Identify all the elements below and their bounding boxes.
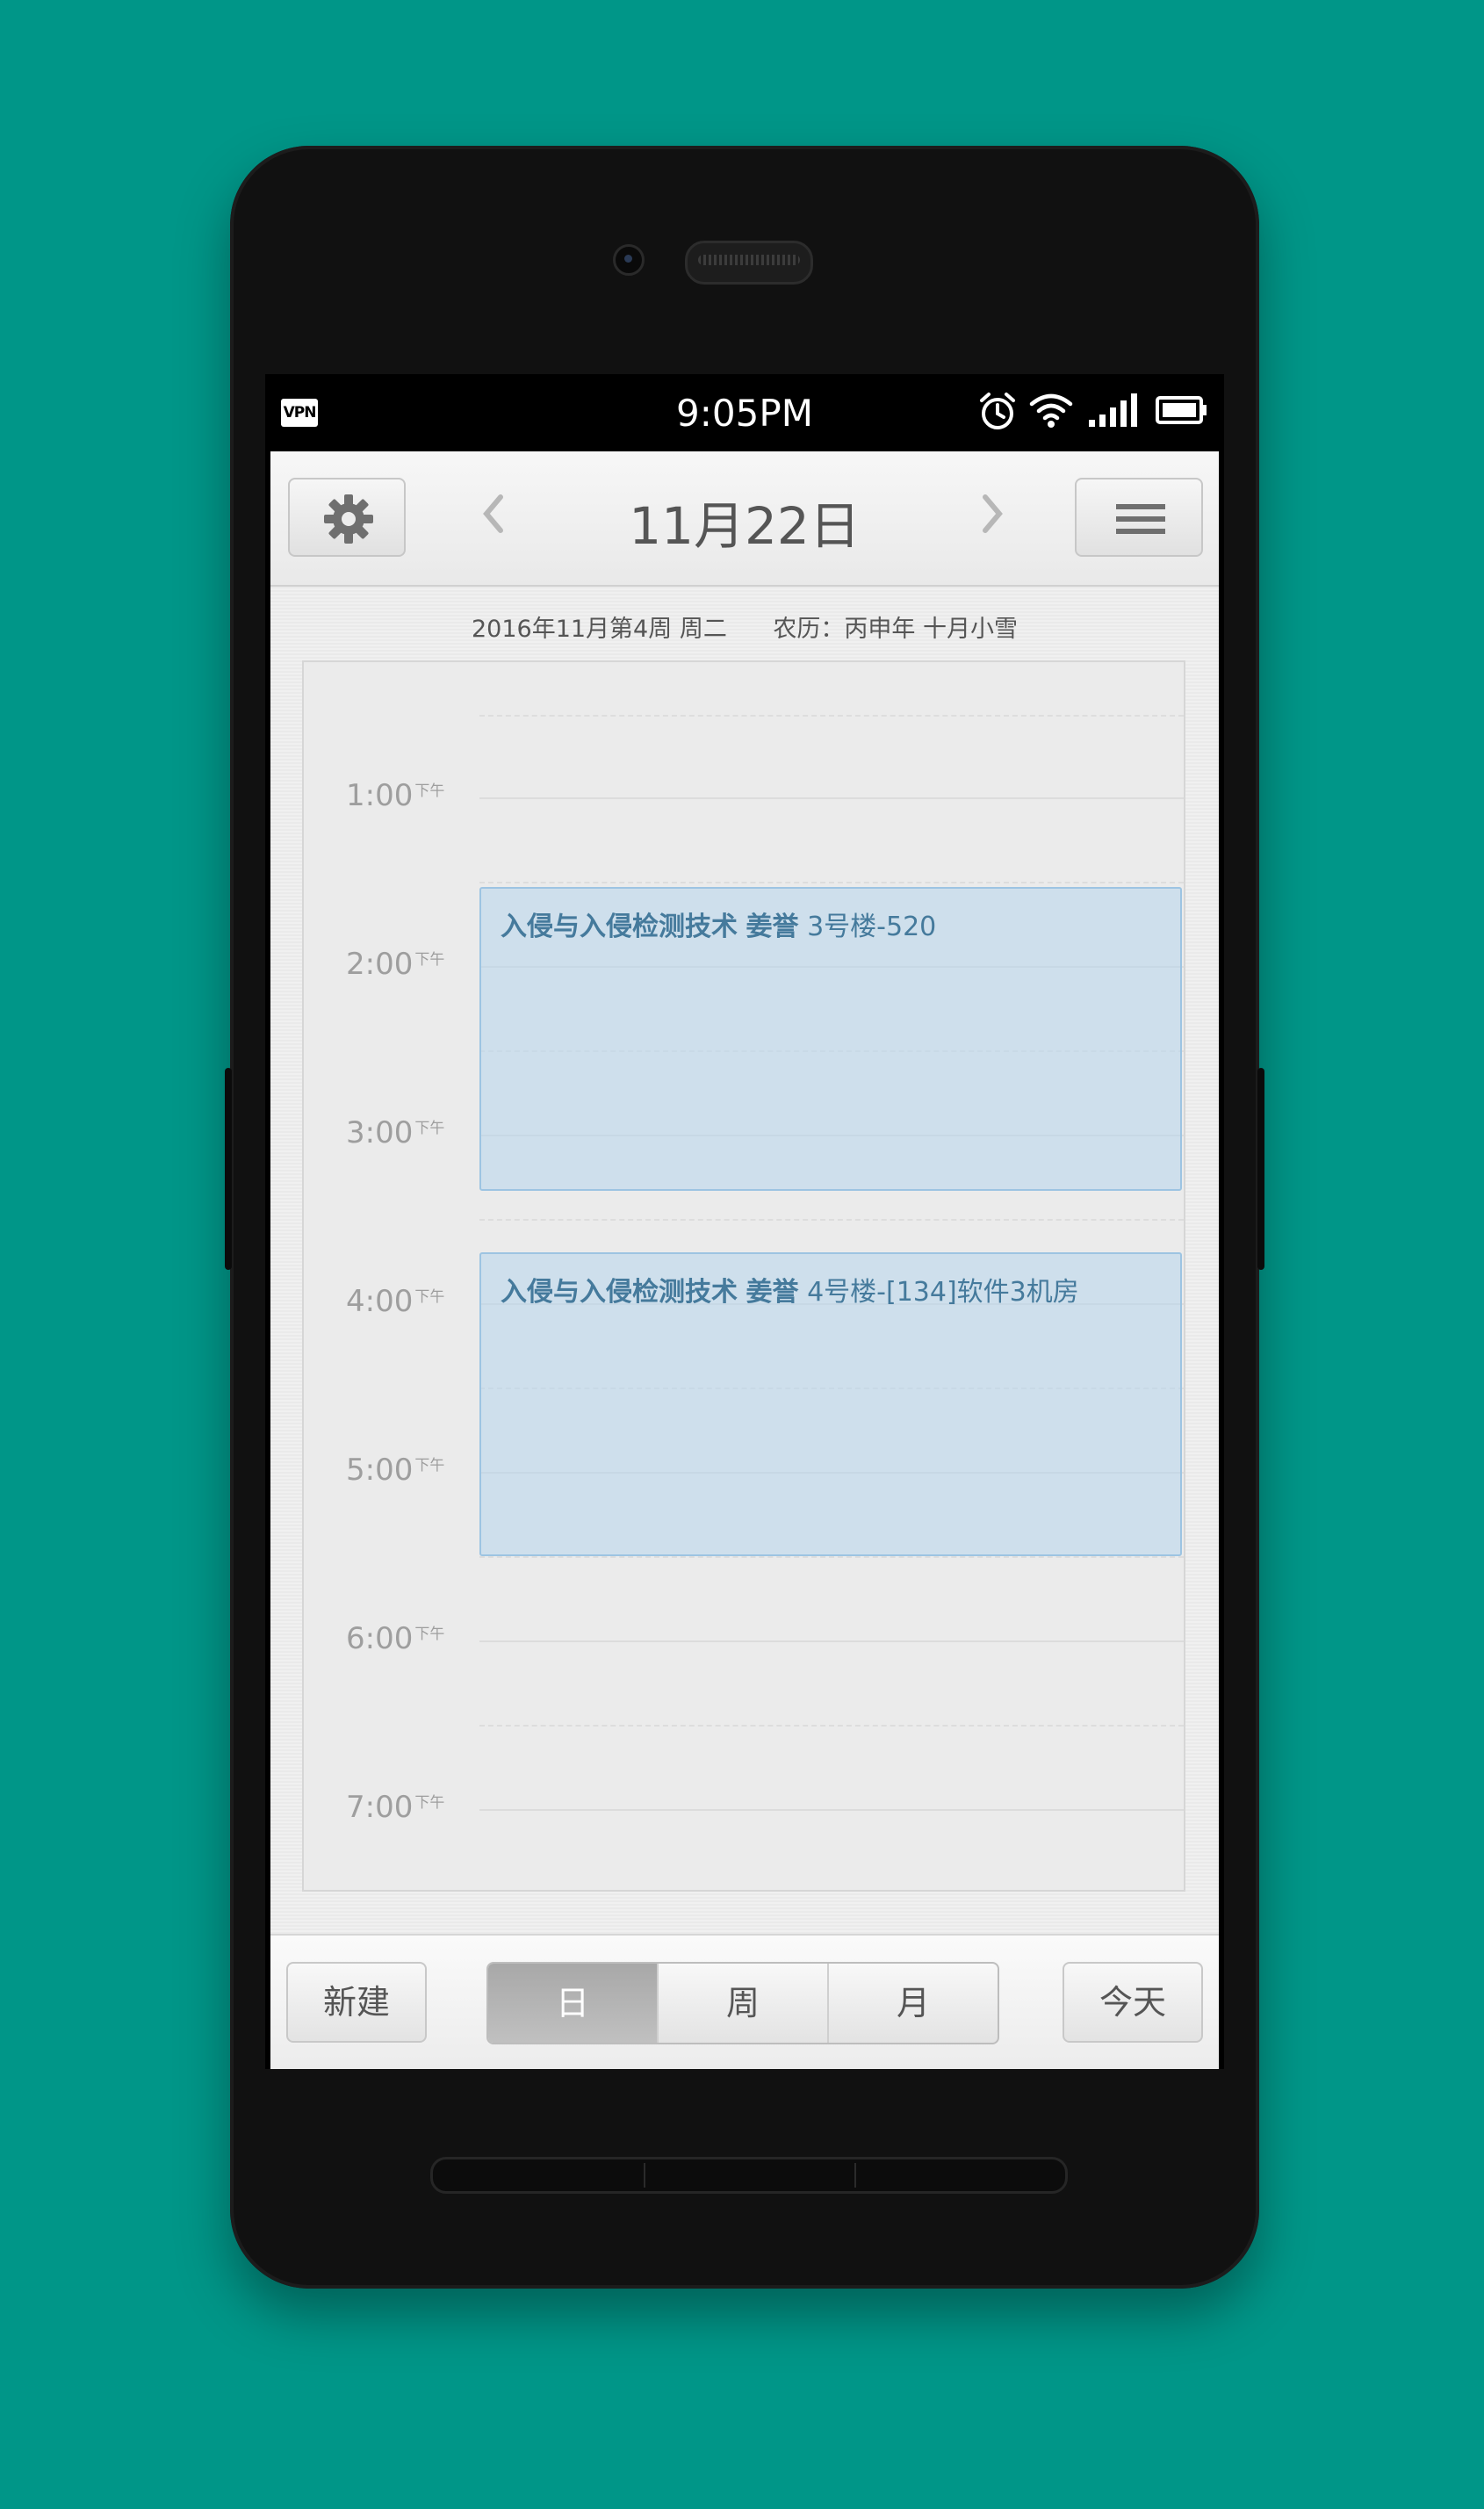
- date-info: 2016年11月第4周 周二 农历：丙申年 十月小雪: [270, 609, 1219, 644]
- settings-button[interactable]: [288, 478, 406, 557]
- day-view-tab[interactable]: 日: [488, 1964, 657, 2043]
- earpiece-speaker: [685, 241, 813, 285]
- hour-label: 1:00 下午: [346, 778, 445, 813]
- hour-label: 6:00 下午: [346, 1621, 445, 1656]
- lunar-info: 农历：丙申年 十月小雪: [773, 616, 1019, 643]
- hour-label: 7:00 下午: [346, 1790, 445, 1825]
- volume-button: [225, 1068, 232, 1270]
- week-view-tab[interactable]: 周: [657, 1964, 827, 2043]
- status-time: 9:05PM: [676, 392, 813, 435]
- event-card[interactable]: 入侵与入侵检测技术 姜誉 4号楼-[134]软件3机房: [479, 1252, 1182, 1556]
- calendar-app: 11月22日 2016年11月第4周 周二 农历：丙申年 十月小雪 1:00 下…: [270, 451, 1219, 2069]
- hour-label: 5:00 下午: [346, 1453, 445, 1488]
- home-bar: [430, 2157, 1068, 2194]
- next-day-button[interactable]: [980, 492, 1006, 546]
- hour-label: 4:00 下午: [346, 1284, 445, 1319]
- new-event-button[interactable]: 新建: [286, 1962, 427, 2043]
- screen: VPN 9:05PM 11月22日 2016年11月第4周 周二 农历：丙申年 …: [265, 374, 1224, 2069]
- power-button: [1257, 1068, 1264, 1270]
- week-info: 2016年11月第4周 周二: [471, 616, 727, 643]
- gear-icon: [324, 494, 373, 544]
- wifi-icon: [1029, 393, 1073, 428]
- date-title: 11月22日: [629, 496, 861, 556]
- alarm-icon: [980, 393, 1015, 429]
- view-switcher: 日 周 月: [486, 1962, 999, 2044]
- today-button[interactable]: 今天: [1063, 1962, 1203, 2043]
- chevron-left-icon: [483, 494, 503, 533]
- signal-icon: [1089, 393, 1137, 427]
- event-title: 入侵与入侵检测技术 姜誉 3号楼-520: [501, 912, 937, 942]
- battery-icon: [1156, 396, 1207, 424]
- menu-icon: [1116, 504, 1165, 534]
- hour-label: 3:00 下午: [346, 1115, 445, 1150]
- event-title: 入侵与入侵检测技术 姜誉 4号楼-[134]软件3机房: [501, 1277, 1079, 1308]
- day-timeline[interactable]: 1:00 下午 2:00 下午 3:00 下午 4:00 下午 5:00 下午 6:00 下…: [302, 660, 1185, 1892]
- event-card[interactable]: 入侵与入侵检测技术 姜誉 3号楼-520: [479, 887, 1182, 1191]
- bottom-bar: 新建 日 周 月 今天: [270, 1934, 1219, 2069]
- chevron-right-icon: [983, 494, 1003, 533]
- status-bar: VPN 9:05PM: [265, 374, 1224, 451]
- menu-button[interactable]: [1075, 478, 1203, 557]
- month-view-tab[interactable]: 月: [827, 1964, 998, 2043]
- front-camera: [613, 244, 645, 276]
- hour-label: 2:00 下午: [346, 947, 445, 982]
- top-bar: 11月22日: [270, 451, 1219, 587]
- prev-day-button[interactable]: [479, 492, 506, 546]
